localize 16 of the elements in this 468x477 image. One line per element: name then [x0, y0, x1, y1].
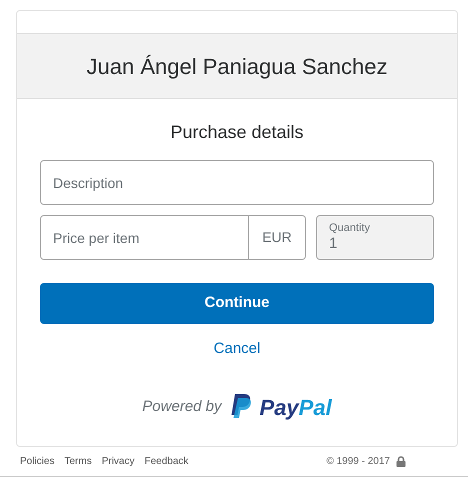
cancel-link[interactable]: Cancel [214, 338, 260, 360]
price-field[interactable]: Price per item [40, 215, 249, 260]
copyright-text: © 1999 - 2017 [326, 455, 390, 469]
paypal-p-icon [230, 394, 252, 420]
footer-link[interactable]: Terms [64, 454, 92, 469]
currency-label: EUR [249, 215, 306, 260]
merchant-name: Juan Ángel Paniagua Sanchez [86, 52, 388, 81]
footer-link[interactable]: Feedback [144, 454, 188, 469]
description-field[interactable]: Description [40, 160, 434, 205]
continue-button[interactable]: Continue [40, 283, 434, 324]
paypal-logo: PayPal [260, 394, 332, 422]
footer-link[interactable]: Privacy [102, 454, 134, 469]
lock-icon [396, 456, 406, 467]
section-heading: Purchase details [170, 121, 304, 144]
powered-by-text: Powered by [142, 396, 222, 417]
footer-link[interactable]: Policies [20, 454, 54, 469]
